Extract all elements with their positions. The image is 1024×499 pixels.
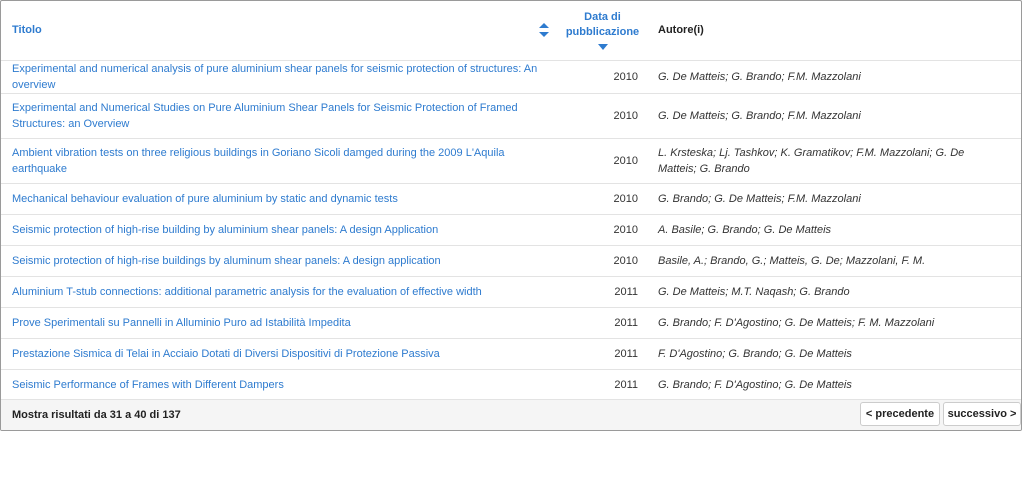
table-row: Experimental and numerical analysis of p… — [1, 59, 1021, 93]
publication-title-link[interactable]: Seismic protection of high-rise building… — [12, 222, 541, 238]
title-cell: Aluminium T-stub connections: additional… — [1, 275, 561, 307]
column-header-date-label: Data di pubblicazione — [565, 11, 640, 39]
publication-title-link[interactable]: Seismic Performance of Frames with Diffe… — [12, 377, 541, 393]
results-table: Titolo Data di pubblicazione Autore(i) E… — [1, 1, 1021, 400]
publication-authors: Basile, A.; Brando, G.; Matteis, G. De; … — [644, 244, 1021, 276]
table-row: Seismic protection of high-rise building… — [1, 244, 1021, 276]
publication-date: 2011 — [561, 275, 644, 307]
publication-title-link[interactable]: Ambient vibration tests on three religio… — [12, 145, 541, 177]
title-cell: Experimental and Numerical Studies on Pu… — [1, 92, 561, 138]
title-cell: Seismic protection of high-rise building… — [1, 213, 561, 245]
results-panel: Titolo Data di pubblicazione Autore(i) E… — [0, 0, 1022, 431]
publication-date: 2010 — [561, 92, 644, 138]
publication-title-link[interactable]: Mechanical behaviour evaluation of pure … — [12, 191, 541, 207]
title-cell: Ambient vibration tests on three religio… — [1, 137, 561, 183]
title-cell: Experimental and numerical analysis of p… — [1, 59, 561, 93]
title-cell: Seismic protection of high-rise building… — [1, 244, 561, 276]
publication-authors: A. Basile; G. Brando; G. De Matteis — [644, 213, 1021, 245]
publication-date: 2010 — [561, 213, 644, 245]
publication-date: 2011 — [561, 368, 644, 400]
publication-title-link[interactable]: Experimental and Numerical Studies on Pu… — [12, 100, 541, 132]
table-row: Aluminium T-stub connections: additional… — [1, 275, 1021, 307]
publication-title-link[interactable]: Prestazione Sismica di Telai in Acciaio … — [12, 346, 541, 362]
table-header-row: Titolo Data di pubblicazione Autore(i) — [1, 1, 1021, 60]
publication-authors: G. Brando; F. D'Agostino; G. De Matteis — [644, 368, 1021, 400]
title-cell: Prestazione Sismica di Telai in Acciaio … — [1, 337, 561, 369]
publication-authors: F. D'Agostino; G. Brando; G. De Matteis — [644, 337, 1021, 369]
publication-date: 2010 — [561, 137, 644, 183]
previous-page-button[interactable]: < precedente — [860, 402, 940, 426]
publication-authors: G. De Matteis; G. Brando; F.M. Mazzolani — [644, 59, 1021, 93]
table-row: Ambient vibration tests on three religio… — [1, 137, 1021, 183]
column-header-title-label: Titolo — [12, 24, 42, 37]
title-cell: Seismic Performance of Frames with Diffe… — [1, 368, 561, 400]
results-summary: Mostra risultati da 31 a 40 di 137 — [12, 409, 181, 421]
column-header-title[interactable]: Titolo — [1, 1, 561, 60]
publication-authors: G. Brando; F. D'Agostino; G. De Matteis;… — [644, 306, 1021, 338]
title-cell: Mechanical behaviour evaluation of pure … — [1, 182, 561, 214]
publication-authors: L. Krsteska; Lj. Tashkov; K. Gramatikov;… — [644, 137, 1021, 183]
table-row: Seismic Performance of Frames with Diffe… — [1, 368, 1021, 400]
publication-authors: G. De Matteis; M.T. Naqash; G. Brando — [644, 275, 1021, 307]
table-row: Experimental and Numerical Studies on Pu… — [1, 92, 1021, 138]
publication-title-link[interactable]: Seismic protection of high-rise building… — [12, 253, 541, 269]
publication-authors: G. Brando; G. De Matteis; F.M. Mazzolani — [644, 182, 1021, 214]
pagination-footer: Mostra risultati da 31 a 40 di 137 < pre… — [1, 399, 1021, 430]
publication-date: 2010 — [561, 59, 644, 93]
publication-date: 2011 — [561, 306, 644, 338]
column-header-authors: Autore(i) — [658, 24, 704, 37]
publication-date: 2011 — [561, 337, 644, 369]
table-row: Seismic protection of high-rise building… — [1, 213, 1021, 245]
table-row: Prestazione Sismica di Telai in Acciaio … — [1, 337, 1021, 369]
sort-both-icon[interactable] — [539, 23, 549, 37]
title-cell: Prove Sperimentali su Pannelli in Allumi… — [1, 306, 561, 338]
table-row: Mechanical behaviour evaluation of pure … — [1, 182, 1021, 214]
publication-title-link[interactable]: Experimental and numerical analysis of p… — [12, 61, 541, 93]
table-row: Prove Sperimentali su Pannelli in Allumi… — [1, 306, 1021, 338]
table-body: Experimental and numerical analysis of p… — [1, 59, 1021, 400]
next-page-button[interactable]: successivo > — [943, 402, 1021, 426]
column-header-date[interactable]: Data di pubblicazione — [561, 1, 644, 60]
publication-date: 2010 — [561, 182, 644, 214]
publication-authors: G. De Matteis; G. Brando; F.M. Mazzolani — [644, 92, 1021, 138]
publication-date: 2010 — [561, 244, 644, 276]
publication-title-link[interactable]: Prove Sperimentali su Pannelli in Allumi… — [12, 315, 541, 331]
publication-title-link[interactable]: Aluminium T-stub connections: additional… — [12, 284, 541, 300]
sort-desc-icon[interactable] — [597, 44, 608, 51]
